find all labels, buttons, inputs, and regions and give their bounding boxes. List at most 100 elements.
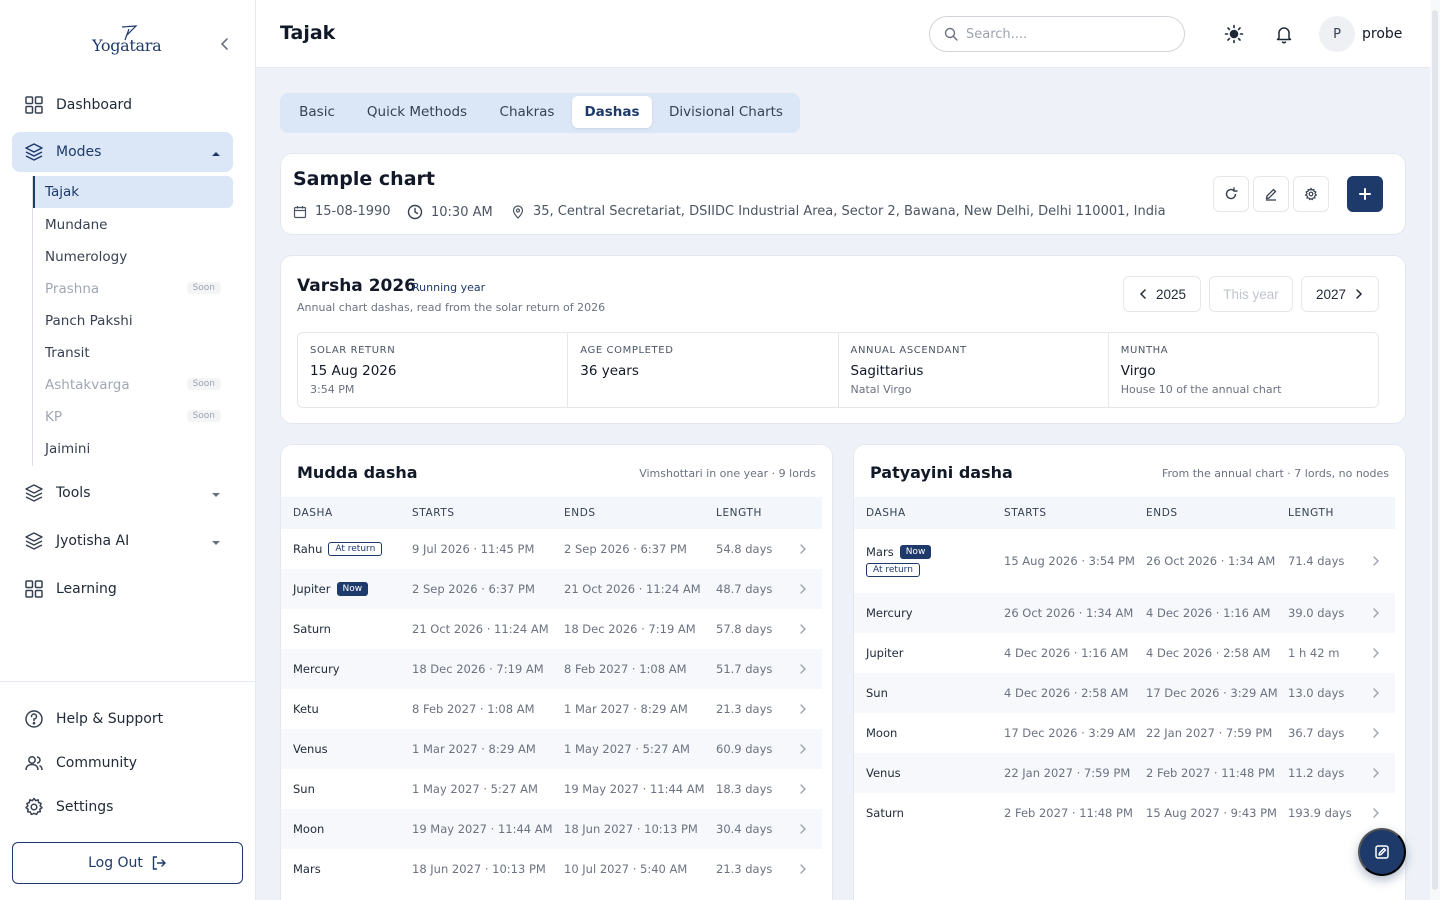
dasha-lord-line: Mercury — [866, 606, 913, 620]
table-row[interactable]: Rahu At return 9 Jul 2026 · 11:45 PM 2 Sep … — [281, 529, 822, 569]
dasha-lord-line: Saturn — [866, 806, 904, 820]
chevron-right-icon[interactable] — [799, 823, 807, 838]
dasha-start-cell: 17 Dec 2026 · 3:29 AM — [1004, 726, 1136, 740]
sidebar-item-learning[interactable]: Learning — [12, 569, 233, 609]
prev-year-label: 2025 — [1155, 286, 1187, 302]
chevron-right-icon[interactable] — [1372, 647, 1380, 662]
chevron-right-icon[interactable] — [1372, 687, 1380, 702]
avatar[interactable]: P — [1319, 16, 1355, 52]
logout-button[interactable]: Log Out — [12, 842, 243, 884]
table-row[interactable]: Sun 4 Dec 2026 · 2:58 AM 17 Dec 2026 · 3:2… — [854, 673, 1395, 713]
users-icon — [24, 753, 44, 773]
chevron-right-icon[interactable] — [799, 863, 807, 878]
tab-quick-methods[interactable]: Quick Methods — [356, 96, 478, 128]
chevron-right-icon[interactable] — [1372, 555, 1380, 570]
chevron-right-icon[interactable] — [799, 543, 807, 558]
table-row[interactable]: Mercury 26 Oct 2026 · 1:34 AM 4 Dec 2026 ·… — [854, 593, 1395, 633]
chart-settings-button[interactable] — [1293, 176, 1329, 212]
theme-toggle-sun-icon[interactable] — [1224, 24, 1244, 48]
add-chart-button[interactable] — [1347, 176, 1383, 212]
dasha-start-cell: 15 Aug 2026 · 3:54 PM — [1004, 554, 1135, 568]
sidebar-item-tools[interactable]: Tools — [12, 473, 233, 513]
refresh-button[interactable] — [1213, 176, 1249, 212]
chart-name: Sample chart — [293, 168, 435, 190]
chart-card: Sample chart 15-08-1990 10:30 AM 35, Cen… — [280, 153, 1406, 235]
sidebar-subitem-label: Jaimini — [45, 441, 91, 457]
chevron-right-icon[interactable] — [799, 783, 807, 798]
bell-icon[interactable] — [1274, 24, 1294, 48]
notes-fab-button[interactable] — [1358, 828, 1406, 876]
chevron-right-icon[interactable] — [799, 623, 807, 638]
table-row[interactable]: Jupiter 4 Dec 2026 · 1:16 AM 4 Dec 2026 · … — [854, 633, 1395, 673]
sidebar-item-label: Dashboard — [56, 97, 132, 113]
username[interactable]: probe — [1362, 26, 1402, 42]
dasha-length-cell: 193.9 days — [1288, 806, 1352, 820]
dasha-lord-cell: Venus — [293, 742, 328, 756]
scrollbar-thumb[interactable] — [1432, 10, 1438, 890]
dasha-lord-line: Mars — [293, 862, 321, 876]
dasha-length-cell: 11.2 days — [1288, 766, 1345, 780]
chevron-right-icon[interactable] — [799, 583, 807, 598]
sidebar-item-help[interactable]: Help & Support — [12, 699, 233, 739]
chevron-right-icon[interactable] — [799, 743, 807, 758]
chevron-right-icon[interactable] — [1372, 807, 1380, 822]
chevron-right-icon[interactable] — [1372, 607, 1380, 622]
next-year-button[interactable]: 2027 — [1301, 276, 1379, 312]
table-row[interactable]: Venus 22 Jan 2027 · 7:59 PM 2 Feb 2027 · 1… — [854, 753, 1395, 793]
prev-year-button[interactable]: 2025 — [1123, 276, 1201, 312]
sidebar-subitem-mundane[interactable]: Mundane — [33, 209, 233, 241]
sidebar-subitem-label: Prashna — [45, 281, 100, 297]
table-row[interactable]: Saturn 2 Feb 2027 · 11:48 PM 15 Aug 2027 ·… — [854, 793, 1395, 833]
dasha-length-cell: 71.4 days — [1288, 554, 1345, 568]
sidebar: Yogatara Dashboard Modes Tajak Mundane N… — [0, 0, 256, 900]
collapse-sidebar-icon[interactable] — [216, 34, 234, 54]
pencil-icon — [1264, 187, 1278, 201]
stat-sub: Natal Virgo — [850, 383, 912, 396]
table-row[interactable]: Sun 1 May 2027 · 5:27 AM 19 May 2027 · 11:… — [281, 769, 822, 809]
sidebar-subitem-panch-pakshi[interactable]: Panch Pakshi — [33, 305, 233, 337]
tab-basic[interactable]: Basic — [286, 96, 348, 128]
table-row[interactable]: Ketu 8 Feb 2027 · 1:08 AM 1 Mar 2027 · 8:2… — [281, 689, 822, 729]
sidebar-item-community[interactable]: Community — [12, 743, 233, 783]
table-row[interactable]: Venus 1 Mar 2027 · 8:29 AM 1 May 2027 · 5:… — [281, 729, 822, 769]
chevron-right-icon[interactable] — [1372, 767, 1380, 782]
dasha-length-cell: 36.7 days — [1288, 726, 1345, 740]
table-row[interactable]: Moon 19 May 2027 · 11:44 AM 18 Jun 2027 · … — [281, 809, 822, 849]
sidebar-subitem-tajak[interactable]: Tajak — [33, 176, 233, 208]
tab-dashas[interactable]: Dashas — [572, 96, 652, 128]
dasha-lord-cell: Ketu — [293, 702, 319, 716]
search-box[interactable] — [929, 16, 1185, 52]
chart-time: 10:30 AM — [407, 204, 493, 220]
sidebar-item-dashboard[interactable]: Dashboard — [12, 85, 233, 125]
brand-logo[interactable]: Yogatara — [88, 22, 168, 66]
dasha-lord-cell: Moon — [293, 822, 324, 836]
dasha-length-cell: 39.0 days — [1288, 606, 1345, 620]
mode-tabs: Basic Quick Methods Chakras Dashas Divis… — [280, 93, 800, 133]
dasha-lord-cell: Mercury — [293, 662, 340, 676]
sidebar-item-modes[interactable]: Modes — [12, 132, 233, 172]
sidebar-subitem-label: Mundane — [45, 217, 108, 233]
table-row[interactable]: Saturn 21 Oct 2026 · 11:24 AM 18 Dec 2026 … — [281, 609, 822, 649]
sidebar-item-jyotisha-ai[interactable]: Jyotisha AI — [12, 521, 233, 561]
sidebar-subitem-numerology[interactable]: Numerology — [33, 241, 233, 273]
table-row[interactable]: Mars Now At return 15 Aug 2026 · 3:54 PM 26 … — [854, 529, 1395, 593]
chevron-right-icon[interactable] — [799, 703, 807, 718]
tab-chakras[interactable]: Chakras — [486, 96, 568, 128]
table-row[interactable]: Moon 17 Dec 2026 · 3:29 AM 22 Jan 2027 · 7… — [854, 713, 1395, 753]
chevron-right-icon[interactable] — [799, 663, 807, 678]
dasha-start-cell: 4 Dec 2026 · 1:16 AM — [1004, 646, 1129, 660]
sidebar-subitem-label: Tajak — [45, 184, 80, 200]
sidebar-item-settings[interactable]: Settings — [12, 787, 233, 827]
tab-divisional-charts[interactable]: Divisional Charts — [660, 96, 792, 128]
edit-button[interactable] — [1253, 176, 1289, 212]
table-row[interactable]: Mercury 18 Dec 2026 · 7:19 AM 8 Feb 2027 ·… — [281, 649, 822, 689]
stat-annual-ascendant: ANNUAL ASCENDANT Sagittarius Natal Virgo — [839, 333, 1109, 407]
dasha-lord-cell: Sun — [866, 686, 888, 700]
search-input[interactable] — [966, 26, 1156, 42]
chevron-right-icon[interactable] — [1372, 727, 1380, 742]
table-row[interactable]: Mars 18 Jun 2027 · 10:13 PM 10 Jul 2027 · … — [281, 849, 822, 889]
table-row[interactable]: Jupiter Now 2 Sep 2026 · 6:37 PM 21 Oct 202… — [281, 569, 822, 609]
sidebar-subitem-transit[interactable]: Transit — [33, 337, 233, 369]
sidebar-subitem-jaimini[interactable]: Jaimini — [33, 433, 233, 465]
dasha-end-cell: 4 Dec 2026 · 1:16 AM — [1146, 606, 1271, 620]
